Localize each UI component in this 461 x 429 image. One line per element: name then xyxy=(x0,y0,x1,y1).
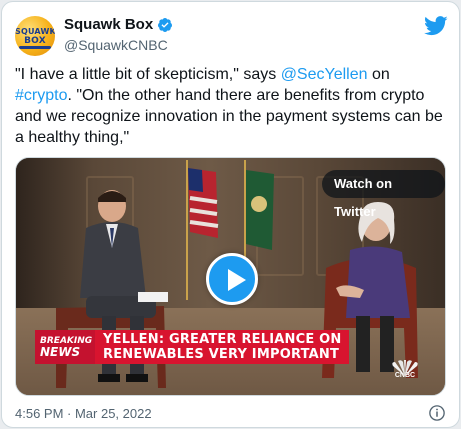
tweet-text-part3: . "On the other hand there are benefits … xyxy=(15,87,443,146)
play-icon xyxy=(228,269,246,291)
tweet-text-part1: "I have a little bit of skepticism," say… xyxy=(15,66,281,83)
video-player[interactable]: Watch on Twitter BREAKING NEWS YELLEN: G… xyxy=(15,157,446,396)
headline-line1: YELLEN: GREATER RELIANCE ON xyxy=(103,332,342,347)
tweet-text-part2: on xyxy=(367,66,390,83)
account-name-row[interactable]: Squawk Box xyxy=(64,16,173,33)
avatar-logo-line2: BOX xyxy=(24,36,46,46)
tweet-text: "I have a little bit of skepticism," say… xyxy=(15,64,445,148)
tweet-timestamp[interactable]: 4:56 PM · Mar 25, 2022 xyxy=(15,406,152,421)
news-headline: YELLEN: GREATER RELIANCE ON RENEWABLES V… xyxy=(95,330,350,364)
tweet-card[interactable]: SQUAWK BOX Squawk Box @SquawkCNBC "I hav… xyxy=(1,1,460,428)
headline-line2: RENEWABLES VERY IMPORTANT xyxy=(103,347,340,362)
breaking-news-tag: BREAKING NEWS xyxy=(35,330,95,364)
avatar[interactable]: SQUAWK BOX xyxy=(15,16,55,56)
news-lower-third: BREAKING NEWS YELLEN: GREATER RELIANCE O… xyxy=(35,330,350,364)
news-label: NEWS xyxy=(40,345,81,359)
watch-on-twitter-button[interactable]: Watch on Twitter xyxy=(322,170,445,219)
interviewer-figure xyxy=(56,190,168,388)
display-name[interactable]: Squawk Box xyxy=(64,16,153,33)
cnbc-logo-text: CNBC xyxy=(394,372,416,379)
account-handle[interactable]: @SquawkCNBC xyxy=(64,37,168,53)
cnbc-peacock-icon xyxy=(392,360,418,376)
verified-badge-icon xyxy=(158,17,173,32)
hashtag-link[interactable]: #crypto xyxy=(15,87,67,104)
avatar-logo-line1: SQUAWK xyxy=(15,27,55,36)
avatar-logo-bar xyxy=(19,46,51,49)
play-button[interactable] xyxy=(206,253,258,305)
twitter-bird-icon[interactable] xyxy=(424,15,448,37)
info-icon[interactable] xyxy=(428,404,446,422)
mention-link[interactable]: @SecYellen xyxy=(281,66,368,83)
